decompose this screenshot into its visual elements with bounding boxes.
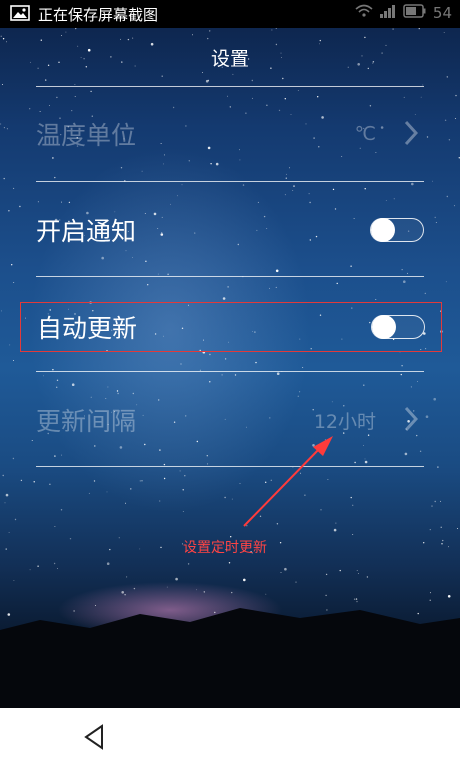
signal-icon	[379, 4, 397, 22]
back-triangle-icon[interactable]	[80, 722, 110, 752]
divider	[36, 276, 424, 277]
page-title: 设置	[210, 48, 249, 70]
settings-screen: 正在保存屏幕截图 54 设置 温度单位 ℃ 开启通知 自动更新 更新间隔 12小…	[0, 0, 460, 708]
chevron-right-icon	[404, 120, 419, 150]
battery-icon	[403, 4, 427, 22]
divider	[36, 371, 424, 372]
notification-text: 正在保存屏幕截图	[38, 6, 159, 24]
annotation-text: 设置定时更新	[183, 540, 267, 556]
auto-update-toggle[interactable]	[371, 315, 425, 339]
setting-value: 12小时	[313, 410, 376, 433]
setting-value: ℃	[354, 123, 376, 145]
divider	[36, 181, 424, 182]
setting-temperature-unit[interactable]: 温度单位 ℃	[20, 110, 440, 158]
screenshot-icon	[10, 4, 30, 25]
setting-enable-notifications: 开启通知	[20, 206, 440, 254]
battery-level: 54	[432, 4, 452, 22]
wifi-icon	[355, 4, 373, 22]
setting-label: 自动更新	[37, 314, 138, 343]
setting-label: 开启通知	[36, 217, 137, 246]
status-bar: 正在保存屏幕截图 54	[0, 0, 460, 28]
setting-update-interval[interactable]: 更新间隔 12小时	[20, 396, 440, 444]
divider	[36, 86, 424, 87]
setting-auto-update: 自动更新	[20, 302, 442, 352]
divider	[36, 466, 424, 467]
mountain-silhouette	[0, 608, 460, 708]
chevron-right-icon	[404, 406, 419, 436]
setting-label: 温度单位	[36, 121, 137, 150]
notifications-toggle[interactable]	[370, 218, 424, 242]
setting-label: 更新间隔	[36, 407, 137, 436]
navigation-bar	[0, 708, 460, 766]
